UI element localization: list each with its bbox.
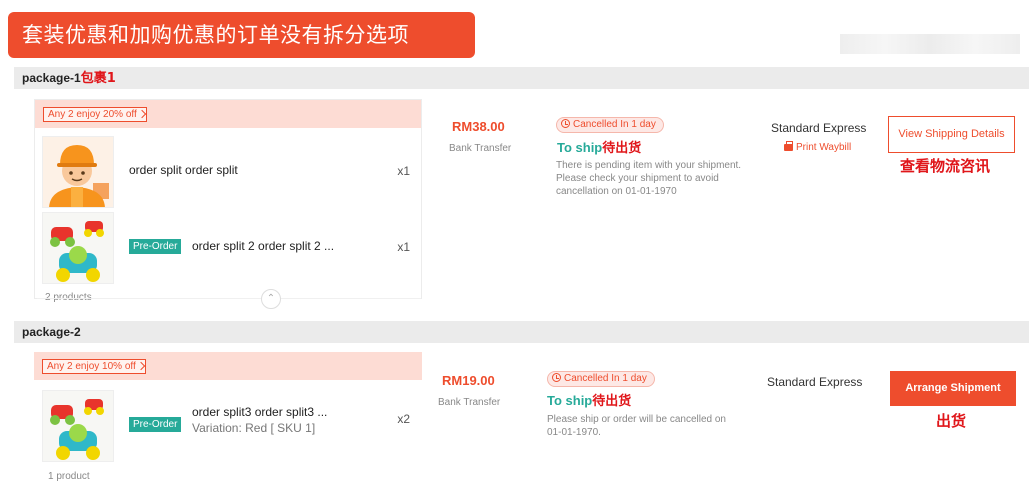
preorder-badge: Pre-Order (129, 417, 182, 432)
item-qty: x1 (397, 164, 410, 178)
package-annotation: 包裹1 (80, 71, 116, 86)
clock-icon (552, 373, 561, 382)
toy-cars-icon (42, 212, 114, 284)
blurred-region (840, 34, 1020, 54)
item-name[interactable]: order split order split (129, 163, 238, 177)
order-status: To ship待出货 (547, 390, 631, 409)
cancel-countdown-badge: Cancelled In 1 day (556, 117, 664, 133)
worker-avatar-icon (42, 136, 114, 208)
shipping-method: Standard Express (767, 375, 863, 389)
divider (37, 298, 421, 299)
arrange-shipment-button[interactable]: Arrange Shipment (890, 371, 1016, 406)
product-count: 1 product (48, 471, 90, 482)
item-qty: x2 (397, 412, 410, 426)
list-item[interactable]: order split order split x1 (42, 136, 414, 208)
item-qty: x1 (397, 240, 410, 254)
status-note: Please ship or order will be cancelled o… (547, 414, 726, 438)
status-text: To ship (557, 140, 603, 155)
order-status: To ship待出货 (557, 137, 641, 156)
cancel-badge-text: Cancelled In 1 day (573, 119, 656, 130)
order-price: RM19.00 (442, 373, 495, 388)
item-name[interactable]: order split3 order split3 ... Variation:… (192, 405, 327, 435)
promo-bar: Any 2 enjoy 20% off (35, 100, 421, 128)
package-label: package-2 (22, 325, 81, 339)
promo-tag[interactable]: Any 2 enjoy 10% off (42, 359, 146, 374)
status-annotation: 待出货 (592, 394, 632, 409)
list-item[interactable]: Pre-Order order split 2 order split 2 ..… (42, 212, 414, 284)
shipping-method: Standard Express (771, 121, 867, 135)
print-waybill-label: Print Waybill (796, 142, 852, 153)
item-name[interactable]: order split 2 order split 2 ... (192, 239, 334, 253)
print-waybill-link[interactable]: Print Waybill (784, 141, 852, 153)
list-item[interactable]: Pre-Order order split3 order split3 ... … (42, 390, 414, 462)
preorder-badge: Pre-Order (129, 239, 182, 254)
cancel-badge-text: Cancelled In 1 day (564, 373, 647, 384)
item-name-text: order split3 order split3 ... (192, 405, 328, 419)
payment-method: Bank Transfer (449, 143, 512, 154)
status-text: To ship (547, 393, 593, 408)
status-annotation: 待出货 (602, 141, 642, 156)
package-2-header: package-2 (14, 321, 1029, 343)
collapse-up-icon[interactable]: ⌃ (261, 289, 281, 309)
annotation-banner: 套装优惠和加购优惠的订单没有拆分选项 (8, 12, 475, 58)
toy-cars-icon (42, 390, 114, 462)
promo-tag[interactable]: Any 2 enjoy 20% off (43, 107, 147, 122)
promo-bar: Any 2 enjoy 10% off (34, 352, 422, 380)
view-shipping-details-button[interactable]: View Shipping Details (888, 116, 1015, 153)
package-1-header: package-1包裹1 (14, 67, 1029, 89)
payment-method: Bank Transfer (438, 397, 501, 408)
order-price: RM38.00 (452, 119, 505, 134)
package-label: package-1 (22, 71, 81, 85)
item-variation: Variation: Red [ SKU 1] (192, 421, 316, 435)
cancel-countdown-badge: Cancelled In 1 day (547, 371, 655, 387)
action-annotation: 查看物流咨讯 (900, 157, 991, 175)
clock-icon (561, 119, 570, 128)
status-note: There is pending item with your shipment… (556, 160, 742, 197)
action-annotation: 出货 (936, 412, 967, 430)
printer-icon (784, 141, 793, 151)
